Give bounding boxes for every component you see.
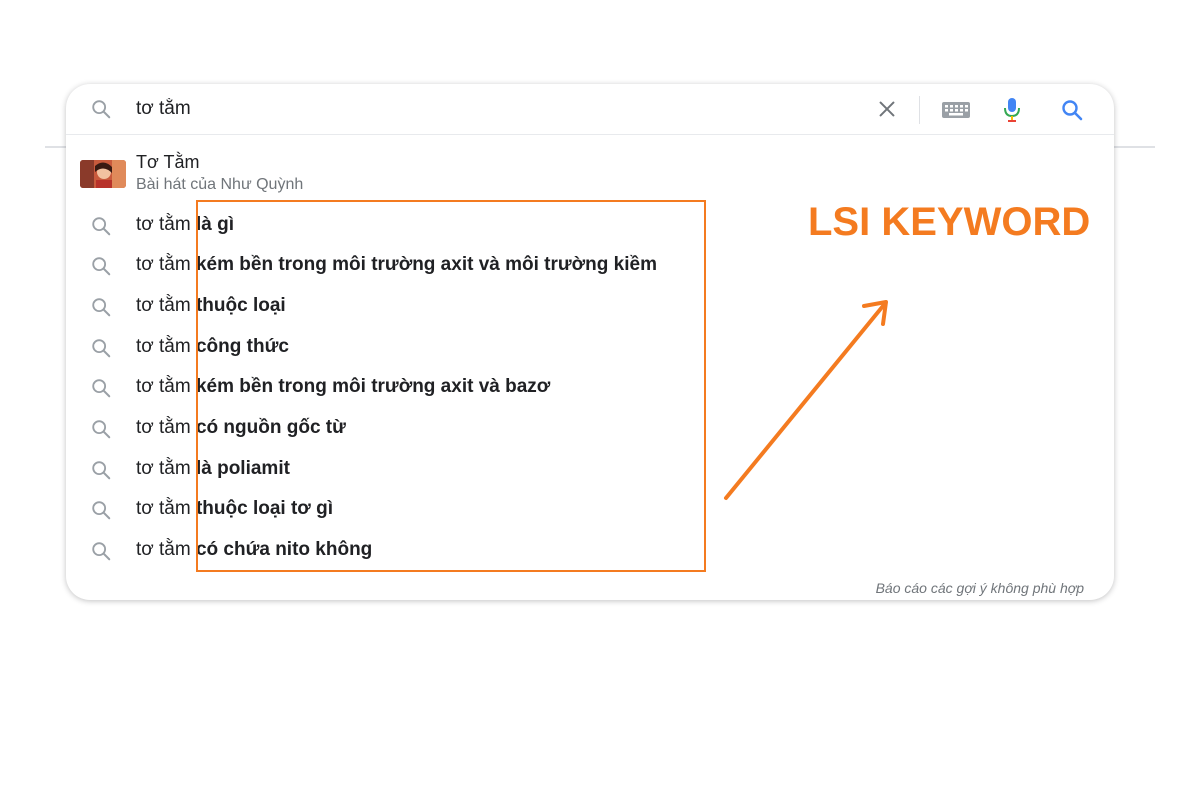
suggestion-item[interactable]: tơ tằm thuộc loại tơ gì [66, 490, 1114, 530]
suggestion-prefix: tơ tằm [136, 295, 196, 316]
suggestion-prefix: tơ tằm [136, 539, 196, 560]
suggestion-prefix: tơ tằm [136, 336, 196, 357]
search-icon [92, 298, 111, 317]
search-icon [92, 339, 111, 358]
suggestion-item[interactable]: tơ tằm công thức [66, 328, 1114, 368]
microphone-icon[interactable] [1000, 96, 1024, 124]
search-input[interactable] [136, 95, 736, 123]
toolbar-divider [919, 96, 920, 124]
annotation-label: LSI KEYWORD [808, 200, 1091, 244]
entity-title: Tơ Tằm [136, 152, 200, 172]
suggestion-item[interactable]: tơ tằm có chứa nito không [66, 531, 1114, 571]
suggestion-prefix: tơ tằm [136, 214, 196, 235]
suggestion-prefix: tơ tằm [136, 417, 196, 438]
search-icon [92, 379, 111, 398]
suggestion-completion: thuộc loại tơ gì [195, 498, 333, 519]
suggestion-completion: có chứa nito không [195, 539, 373, 560]
search-icon [92, 420, 111, 439]
suggestion-item[interactable]: tơ tằm kém bền trong môi trường axit và … [66, 368, 1114, 408]
suggestion-prefix: tơ tằm [136, 376, 196, 397]
suggestion-completion: là gì [195, 214, 234, 235]
close-icon[interactable] [876, 98, 898, 120]
suggestion-prefix: tơ tằm [136, 458, 196, 479]
suggestion-completion: có nguồn gốc từ [195, 417, 346, 438]
suggestion-completion: kém bền trong môi trường axit và bazơ [195, 376, 551, 397]
suggestion-item[interactable]: tơ tằm là poliamit [66, 450, 1114, 490]
search-icon [92, 217, 111, 236]
search-icon [92, 257, 111, 276]
suggestion-item[interactable]: tơ tằm kém bền trong môi trường axit và … [66, 246, 1114, 286]
suggestion-prefix: tơ tằm [136, 498, 196, 519]
entity-subtitle: Bài hát của Như Quỳnh [136, 176, 304, 193]
suggestion-item[interactable]: tơ tằm thuộc loại [66, 287, 1114, 327]
suggestion-completion: là poliamit [195, 458, 290, 479]
search-submit-icon[interactable] [1060, 98, 1084, 122]
entity-thumbnail [80, 160, 126, 188]
suggestion-completion: thuộc loại [195, 295, 286, 316]
search-bar [66, 84, 1114, 135]
suggestion-prefix: tơ tằm [136, 254, 196, 275]
search-icon [92, 501, 111, 520]
suggestion-item[interactable]: tơ tằm có nguồn gốc từ [66, 409, 1114, 449]
search-icon [92, 100, 111, 119]
suggestion-completion: công thức [195, 336, 289, 357]
suggestion-completion: kém bền trong môi trường axit và môi trư… [195, 254, 657, 275]
entity-suggestion[interactable]: Tơ Tằm Bài hát của Như Quỳnh [66, 148, 1114, 198]
search-icon [92, 461, 111, 480]
report-suggestions-link[interactable]: Báo cáo các gợi ý không phù hợp [876, 580, 1084, 596]
search-suggestion-panel: Tơ Tằm Bài hát của Như Quỳnh tơ tằm là g… [66, 84, 1114, 600]
search-icon [92, 542, 111, 561]
keyboard-icon[interactable] [941, 100, 971, 120]
